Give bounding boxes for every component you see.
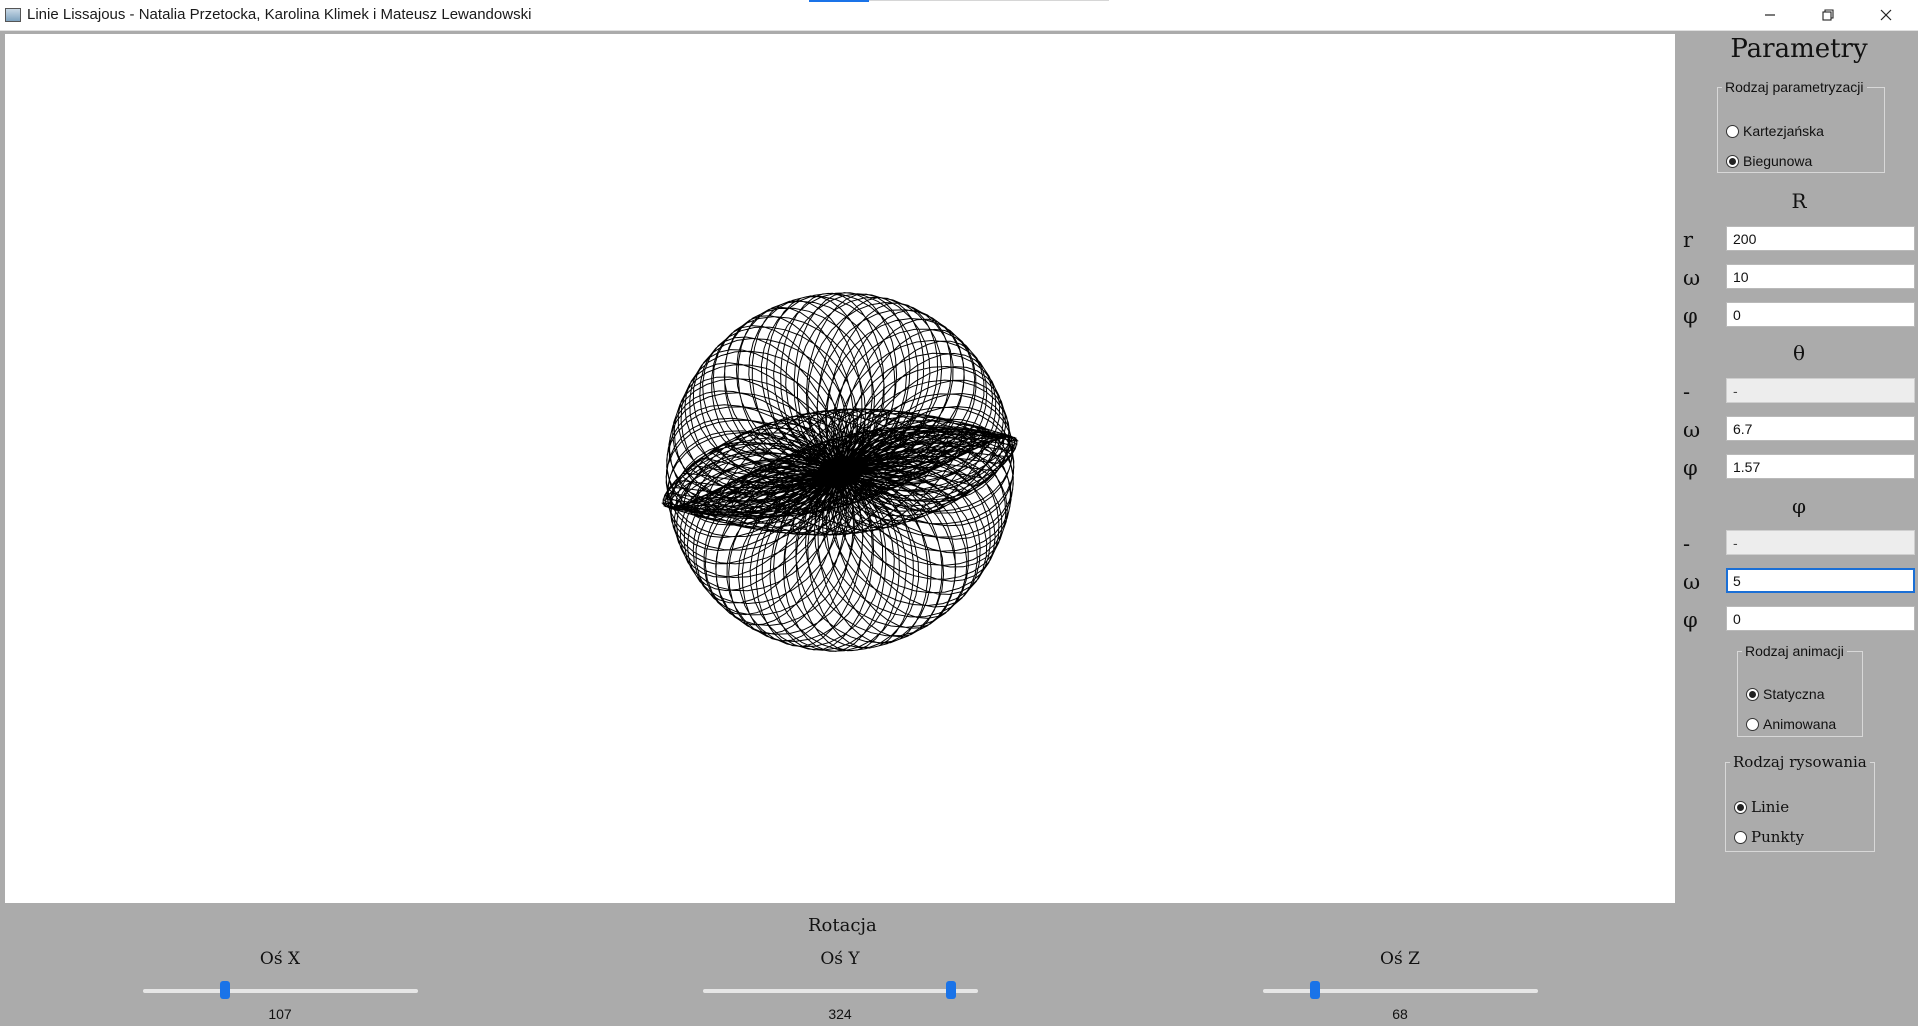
radio-label: Punkty [1751, 828, 1805, 846]
phi-phase-input[interactable] [1726, 606, 1915, 631]
param-label: φ [1683, 304, 1698, 328]
r-phase-input[interactable] [1726, 302, 1915, 327]
axis-x-slider-thumb[interactable] [219, 981, 230, 999]
drawing-canvas[interactable] [5, 34, 1675, 903]
section-header-r: R [1791, 189, 1807, 213]
axis-x-label: Oś X [259, 949, 301, 969]
section-header-phi: φ [1791, 494, 1806, 518]
drawing-legend: Rodzaj rysowania [1733, 753, 1867, 771]
axis-z-label: Oś Z [1380, 949, 1420, 969]
radio-kartezjanska[interactable]: Kartezjańska [1726, 123, 1824, 139]
radio-punkty[interactable]: Punkty [1734, 828, 1804, 846]
drawing-group: Rodzaj rysowania Linie Punkty [1725, 753, 1875, 852]
radio-label: Biegunowa [1743, 153, 1813, 169]
theta-omega-input[interactable] [1726, 416, 1915, 441]
radio-label: Statyczna [1763, 686, 1825, 702]
theta-amplitude-input [1726, 378, 1915, 403]
r-amplitude-input[interactable] [1726, 226, 1915, 251]
radio-label: Animowana [1763, 716, 1837, 732]
radio-animowana[interactable]: Animowana [1746, 716, 1836, 732]
restore-button[interactable] [1800, 0, 1856, 30]
section-header-theta: θ [1792, 341, 1806, 365]
param-label: - [1683, 380, 1691, 404]
radio-indicator [1734, 800, 1747, 814]
minimize-button[interactable] [1742, 0, 1798, 30]
r-omega-input[interactable] [1726, 264, 1915, 289]
radio-indicator [1726, 154, 1739, 168]
curve-path [660, 292, 1020, 652]
axis-y-value: 324 [828, 1006, 852, 1022]
window-title: Linie Lissajous - Natalia Przetocka, Kar… [27, 6, 532, 23]
minimize-icon [1765, 14, 1775, 16]
radio-biegunowa[interactable]: Biegunowa [1726, 153, 1812, 169]
axis-z-slider-thumb[interactable] [1309, 981, 1320, 999]
axis-x-slider-track[interactable] [143, 989, 418, 993]
axis-y-slider-track[interactable] [703, 989, 978, 993]
title-bar: Linie Lissajous - Natalia Przetocka, Kar… [0, 0, 1918, 31]
title-bar-accent [809, 0, 869, 2]
param-label: ω [1683, 418, 1701, 442]
radio-indicator [1746, 687, 1759, 701]
phi-amplitude-input [1726, 530, 1915, 555]
param-label: r [1683, 228, 1694, 252]
parametrization-group: Rodzaj parametryzacji Kartezjańska Biegu… [1717, 79, 1885, 173]
animation-legend: Rodzaj animacji [1745, 643, 1844, 659]
radio-indicator [1726, 124, 1739, 138]
param-label: - [1683, 532, 1691, 556]
axis-y-label: Oś Y [820, 949, 860, 969]
restore-icon [1822, 9, 1834, 21]
rotation-bar: Rotacja Oś X 107 Oś Y 324 Oś Z 68 [0, 903, 1918, 1026]
axis-z-value: 68 [1392, 1006, 1408, 1022]
phi-omega-input[interactable] [1726, 568, 1915, 593]
title-bar-divider [869, 0, 1109, 1]
close-button[interactable] [1858, 0, 1914, 30]
close-icon [1880, 9, 1892, 21]
axis-x-value: 107 [268, 1006, 292, 1022]
param-label: φ [1683, 608, 1698, 632]
radio-label: Kartezjańska [1743, 123, 1824, 139]
param-label: ω [1683, 570, 1701, 594]
radio-indicator [1746, 717, 1759, 731]
rotation-title: Rotacja [808, 915, 877, 936]
theta-phase-input[interactable] [1726, 454, 1915, 479]
lissajous-curve [660, 292, 1020, 652]
radio-label: Linie [1751, 798, 1790, 816]
axis-y-slider-thumb[interactable] [945, 981, 956, 999]
app-icon [5, 8, 21, 22]
axis-z-slider-track[interactable] [1263, 989, 1538, 993]
animation-group: Rodzaj animacji Statyczna Animowana [1737, 643, 1863, 737]
param-label: ω [1683, 266, 1701, 290]
radio-statyczna[interactable]: Statyczna [1746, 686, 1824, 702]
radio-indicator [1734, 830, 1747, 844]
param-label: φ [1683, 456, 1698, 480]
radio-linie[interactable]: Linie [1734, 798, 1789, 816]
parameter-panel: Parametry Rodzaj parametryzacji Kartezja… [1680, 30, 1918, 903]
parametrization-legend: Rodzaj parametryzacji [1725, 79, 1864, 95]
panel-title: Parametry [1730, 34, 1868, 64]
